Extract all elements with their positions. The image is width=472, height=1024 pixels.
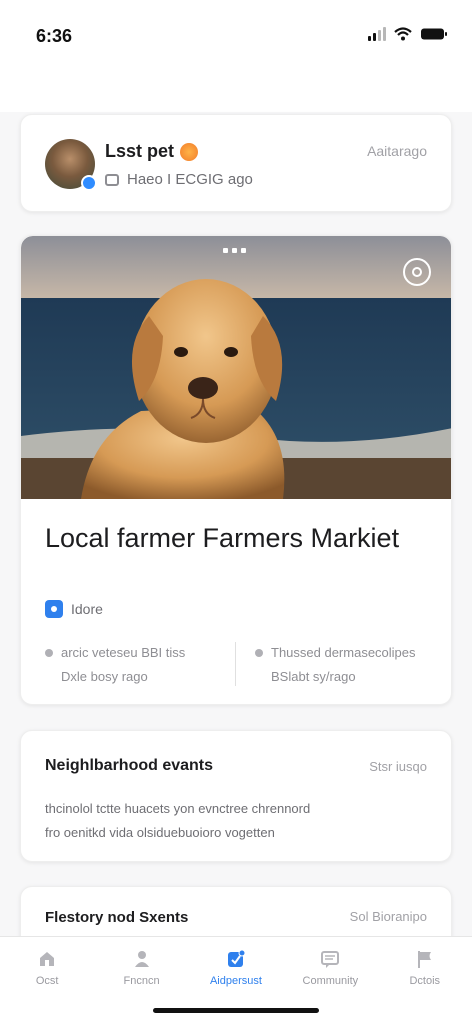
- nav-label-details: Dctois: [409, 975, 441, 987]
- history-title: Flestory nod Sxents: [45, 909, 189, 926]
- emoji-icon: [180, 142, 199, 161]
- nav-label-community: Community: [302, 975, 359, 987]
- post-tag-label: Idore: [71, 601, 103, 617]
- nav-label-active: Aidpersust: [209, 975, 262, 987]
- home-indicator: [153, 1008, 319, 1013]
- profile-action-link[interactable]: Aaitarago: [367, 143, 427, 159]
- nav-item-details[interactable]: Dctois: [378, 937, 472, 1024]
- message-icon: [105, 173, 119, 186]
- meta-divider: [235, 642, 236, 686]
- chat-icon: [321, 951, 340, 968]
- nav-label-home: Ocst: [35, 975, 59, 987]
- nav-label-people: Fncncn: [123, 975, 160, 987]
- check-square-icon: [227, 949, 246, 967]
- image-menu-icon[interactable]: [223, 248, 246, 253]
- post-card[interactable]: Local farmer Farmers Markiet Idore arcic…: [20, 235, 452, 705]
- neighborhood-body-line-2: fro oenitkd vida olsiduebuoioro vogetten: [45, 825, 275, 840]
- post-tag[interactable]: Idore: [45, 600, 103, 618]
- neighborhood-body-line-1: thcinolol tctte huacets yon evnctree chr…: [45, 801, 311, 816]
- location-icon: [45, 649, 53, 657]
- profile-subtitle: Haeo I ECGIG ago: [105, 171, 253, 188]
- status-icons: [368, 27, 448, 41]
- wifi-icon: [394, 27, 412, 41]
- user-icon: [134, 951, 149, 967]
- profile-card[interactable]: Lsst pet Haeo I ECGIG ago Aaitarago: [20, 114, 452, 212]
- status-time: 6:36: [36, 26, 73, 46]
- neighborhood-title: Neighlbarhood evants: [45, 757, 214, 774]
- status-bar: 6:36: [0, 0, 472, 72]
- verified-badge-icon: [81, 175, 97, 191]
- header-spacer: [0, 72, 472, 112]
- meta-right-line-2: BSlabt sy/rago: [271, 669, 356, 684]
- home-icon: [40, 952, 55, 966]
- neighborhood-action-link[interactable]: Stsr iusqo: [369, 759, 427, 774]
- avatar[interactable]: [45, 139, 97, 191]
- history-action-link[interactable]: Sol Bioranipo: [350, 909, 427, 924]
- battery-icon: [420, 27, 448, 41]
- meta-left-line-1: arcic veteseu BBI tiss: [61, 645, 186, 660]
- meta-left-line-2: Dxle bosy rago: [61, 669, 148, 684]
- neighborhood-body: thcinolol tctte huacets yon evnctree chr…: [45, 797, 405, 845]
- post-meta-left: arcic veteseu BBI tiss Dxle bosy rago: [45, 641, 235, 689]
- meta-right-line-1: Thussed dermasecolipes: [271, 645, 416, 660]
- profile-name-text: Lsst pet: [105, 141, 175, 161]
- camera-icon: [412, 267, 422, 277]
- post-title[interactable]: Local farmer Farmers Markiet: [45, 521, 405, 555]
- image-action-button[interactable]: [403, 258, 431, 286]
- nav-item-home[interactable]: Ocst: [0, 937, 94, 1024]
- profile-subtitle-text: Haeo I ECGIG ago: [127, 171, 253, 188]
- post-image[interactable]: [21, 236, 451, 499]
- tag-icon: [45, 600, 63, 618]
- signal-icon: [368, 27, 386, 41]
- neighborhood-card[interactable]: Neighlbarhood evants Stsr iusqo thcinolo…: [20, 730, 452, 862]
- clock-icon: [255, 649, 263, 657]
- profile-name: Lsst pet: [105, 141, 199, 162]
- flag-icon: [417, 951, 431, 968]
- post-meta-right: Thussed dermasecolipes BSlabt sy/rago: [255, 641, 445, 689]
